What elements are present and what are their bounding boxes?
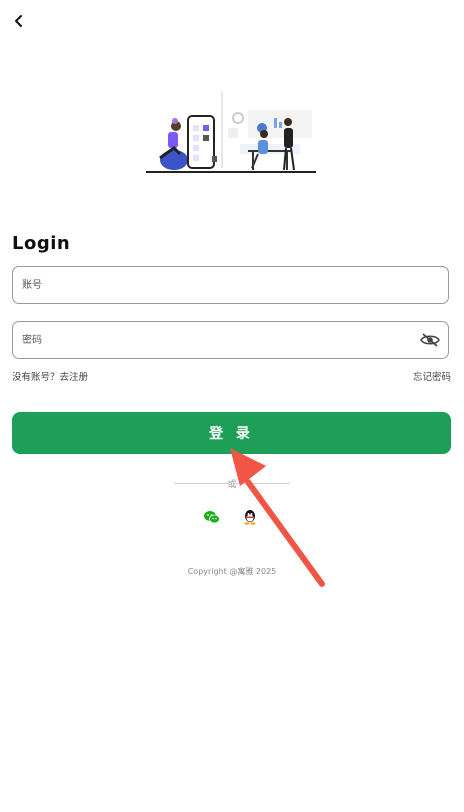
password-input[interactable] [13,322,402,358]
qq-icon[interactable] [241,508,259,526]
divider-right [236,483,290,484]
login-button[interactable]: 登 录 [12,412,451,454]
password-field-wrapper [12,321,449,359]
forgot-password-link[interactable]: 忘记密码 [413,369,451,383]
register-link[interactable]: 没有账号？去注册 [12,369,88,383]
login-illustration [146,92,316,173]
wechat-icon[interactable] [203,508,221,526]
back-chevron-icon[interactable] [8,10,30,32]
account-input[interactable] [13,267,402,303]
eye-off-icon[interactable] [420,332,440,348]
divider-left [174,483,228,484]
login-title: Login [12,233,71,254]
copyright-text: Copyright @寓雅 2025 [187,567,277,576]
account-field-wrapper [12,266,449,304]
